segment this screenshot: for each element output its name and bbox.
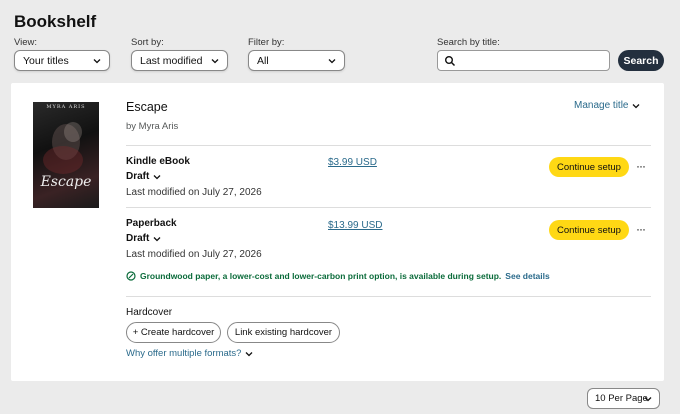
status-dropdown-ebook[interactable]: Draft: [126, 171, 162, 182]
chevron-down-icon: [211, 59, 219, 64]
more-options-icon[interactable]: ···: [636, 159, 646, 173]
book-author: by Myra Aris: [126, 121, 179, 132]
why-label: Why offer multiple formats?: [126, 348, 242, 359]
groundwood-notice: Groundwood paper, a lower-cost and lower…: [126, 271, 550, 281]
format-name-ebook: Kindle eBook: [126, 156, 190, 167]
sort-label: Sort by:: [131, 37, 164, 48]
modified-date-paperback: Last modified on July 27, 2026: [126, 249, 262, 260]
manage-title-menu[interactable]: Manage title: [574, 100, 641, 111]
continue-setup-button-paperback[interactable]: Continue setup: [549, 220, 629, 240]
search-icon: [445, 56, 456, 67]
price-link-paperback[interactable]: $13.99 USD: [328, 220, 382, 231]
filter-label: Filter by:: [248, 37, 285, 48]
format-name-paperback: Paperback: [126, 218, 177, 229]
per-page-value: 10 Per Page: [595, 393, 648, 404]
chevron-down-icon: [153, 236, 161, 241]
create-hardcover-button[interactable]: + Create hardcover: [126, 322, 221, 343]
chevron-down-icon: [153, 174, 161, 179]
link-existing-hardcover-button[interactable]: Link existing hardcover: [227, 322, 340, 343]
cover-title: Escape: [40, 174, 92, 190]
modified-date-ebook: Last modified on July 27, 2026: [126, 187, 262, 198]
search-button[interactable]: Search: [618, 50, 664, 71]
filter-select-value: All: [257, 54, 269, 67]
status-dropdown-paperback[interactable]: Draft: [126, 233, 162, 244]
view-label: View:: [14, 37, 38, 48]
more-options-icon[interactable]: ···: [636, 222, 646, 236]
sort-select-value: Last modified: [140, 54, 203, 67]
continue-setup-button-ebook[interactable]: Continue setup: [549, 157, 629, 177]
leaf-icon: [126, 271, 136, 281]
status-label: Draft: [126, 171, 150, 182]
page-title: Bookshelf: [14, 12, 97, 31]
sort-select[interactable]: Last modified: [131, 50, 228, 71]
book-card: MYRA ARIS Escape Escape by Myra Aris Man…: [11, 83, 664, 381]
search-box[interactable]: [437, 50, 610, 71]
chevron-down-icon: [644, 397, 652, 402]
search-label: Search by title:: [437, 37, 500, 48]
chevron-down-icon: [93, 59, 101, 64]
view-select-value: Your titles: [23, 54, 69, 67]
divider: [126, 207, 651, 208]
divider: [126, 296, 651, 297]
see-details-link[interactable]: See details: [505, 271, 549, 281]
status-label: Draft: [126, 233, 150, 244]
chevron-down-icon: [633, 103, 640, 108]
view-select[interactable]: Your titles: [14, 50, 110, 71]
book-cover[interactable]: MYRA ARIS Escape: [33, 102, 99, 208]
chevron-down-icon: [328, 59, 336, 64]
manage-title-label: Manage title: [574, 100, 629, 111]
format-name-hardcover: Hardcover: [126, 307, 173, 318]
price-link-ebook[interactable]: $3.99 USD: [328, 157, 377, 168]
search-input[interactable]: [460, 53, 605, 68]
book-title: Escape: [126, 100, 168, 114]
filter-select[interactable]: All: [248, 50, 345, 71]
cover-figure: [43, 122, 83, 174]
per-page-select[interactable]: 10 Per Page: [587, 388, 660, 409]
why-multiple-formats-link[interactable]: Why offer multiple formats?: [126, 348, 254, 359]
notice-text: Groundwood paper, a lower-cost and lower…: [140, 271, 502, 281]
chevron-down-icon: [245, 351, 253, 356]
divider: [126, 145, 651, 146]
